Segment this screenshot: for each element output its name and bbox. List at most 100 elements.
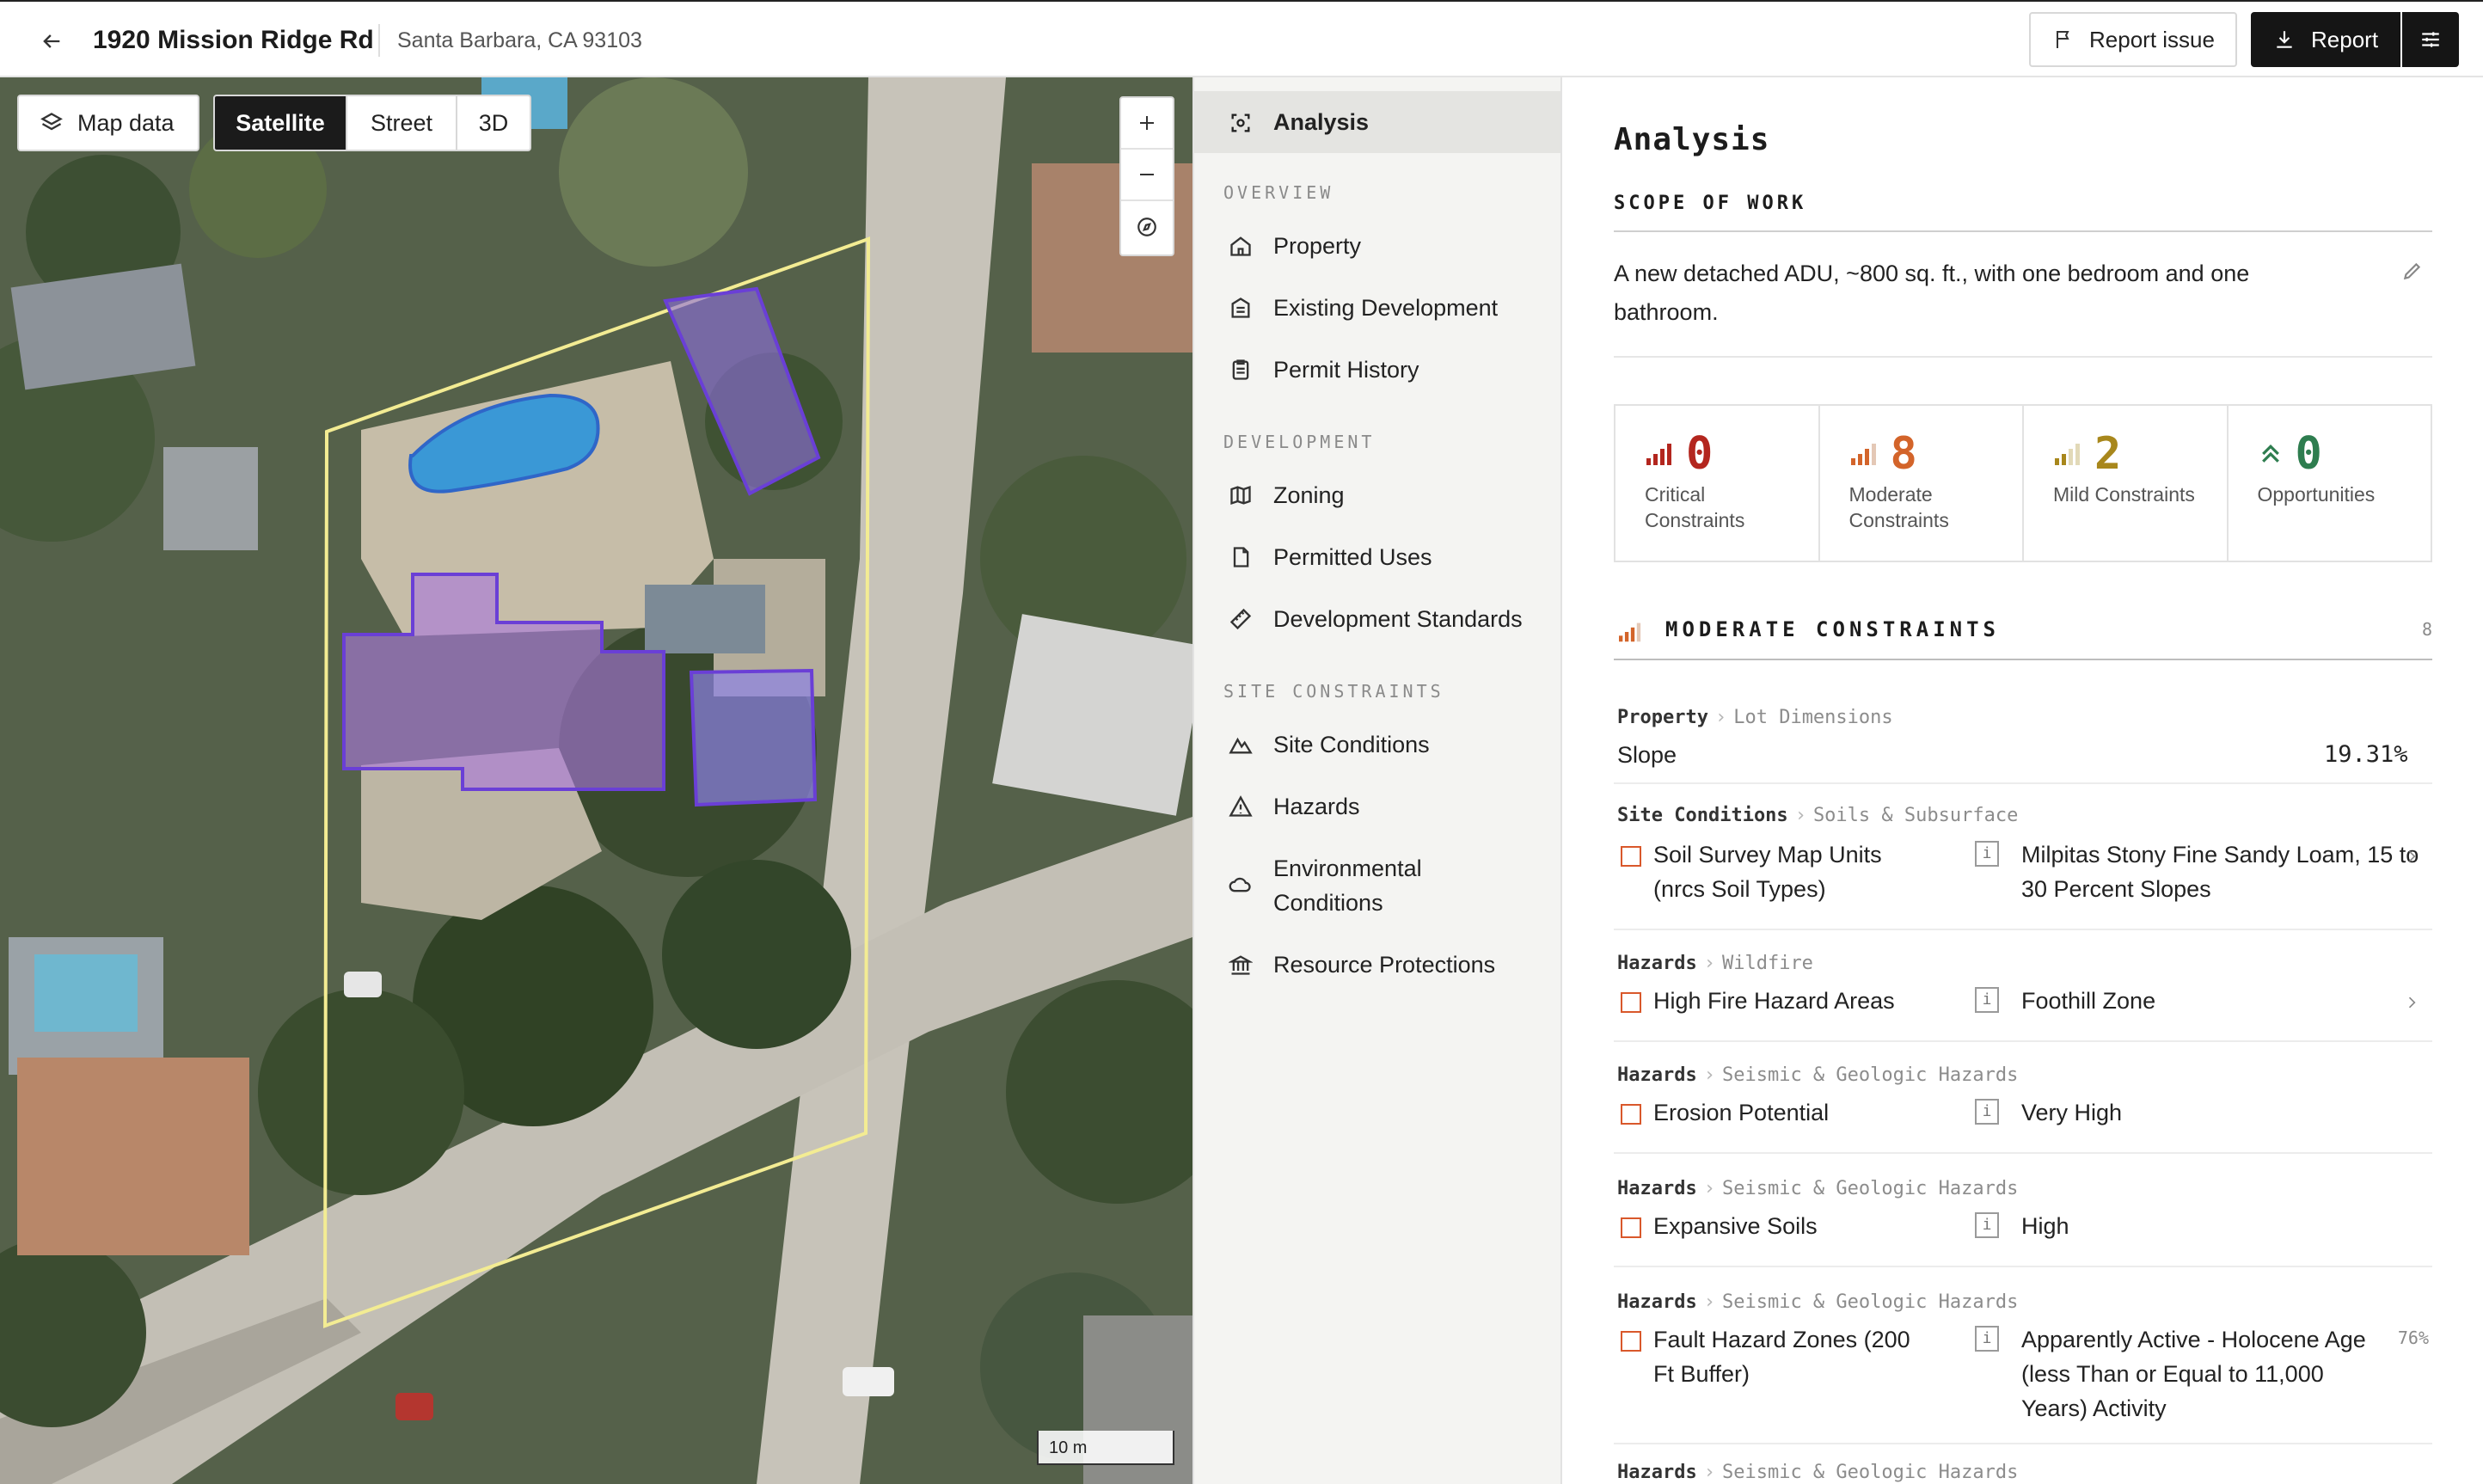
- info-icon[interactable]: i: [1975, 841, 1999, 867]
- constraint-row[interactable]: Site Conditions › Soils & Subsurface Soil …: [1614, 784, 2432, 930]
- nav-item-label: Zoning: [1273, 482, 1345, 508]
- breadcrumb-category: Site Conditions: [1617, 805, 1788, 826]
- breadcrumb: Hazards › Wildfire: [1617, 953, 1813, 974]
- constraint-row[interactable]: Hazards › Seismic & Geologic Hazards Fault…: [1614, 1267, 2432, 1444]
- map-view-toggle: Satellite Street 3D: [213, 95, 531, 151]
- landmark-icon: [1225, 949, 1256, 980]
- reset-north-button[interactable]: [1121, 201, 1173, 253]
- map-data-button[interactable]: Map data: [17, 95, 199, 151]
- cloud-icon: [1225, 868, 1256, 899]
- constraint-label: Expansive Soils: [1653, 1213, 1818, 1239]
- layers-icon: [40, 113, 63, 131]
- nav-item-permitted-uses[interactable]: Permitted Uses: [1194, 540, 1560, 574]
- arrow-left-icon: [43, 34, 60, 48]
- zoom-in-button[interactable]: [1121, 98, 1173, 150]
- report-button[interactable]: Report: [2251, 12, 2400, 67]
- info-icon[interactable]: i: [1975, 1099, 1999, 1125]
- pencil-icon: [2403, 262, 2421, 280]
- zoom-out-button[interactable]: [1121, 150, 1173, 201]
- map-icon: [1225, 480, 1256, 511]
- map-scale-bar: 10 m: [1037, 1431, 1174, 1465]
- constraint-row[interactable]: Hazards › Seismic & Geologic Hazards Expan…: [1614, 1154, 2432, 1267]
- constraint-checkbox[interactable]: [1621, 1217, 1641, 1238]
- nav-item-permit-history[interactable]: Permit History: [1194, 353, 1560, 387]
- constraint-checkbox[interactable]: [1621, 846, 1641, 867]
- nav-item-resource-protections[interactable]: Resource Protections: [1194, 947, 1560, 982]
- info-icon[interactable]: i: [1975, 1212, 1999, 1238]
- stat-mild[interactable]: 2 Mild Constraints: [2024, 406, 2229, 561]
- chevron-right-icon[interactable]: [2403, 992, 2420, 1013]
- constraint-value: 19.31%: [2324, 741, 2408, 768]
- chevron-right-icon: ›: [1703, 953, 1715, 974]
- nav-item-hazards[interactable]: Hazards: [1194, 789, 1560, 824]
- header-divider: [378, 24, 380, 57]
- chevron-right-icon[interactable]: [2403, 846, 2420, 867]
- nav-item-existing-development[interactable]: Existing Development: [1194, 291, 1560, 325]
- constraint-value: Milpitas Stony Fine Sandy Loam, 15 to 30…: [2021, 842, 2419, 902]
- chevron-right-icon: ›: [1703, 1462, 1715, 1483]
- chevron-right-icon: ›: [1703, 1064, 1715, 1086]
- view-3d-button[interactable]: 3D: [457, 96, 530, 150]
- map-view[interactable]: Map data Satellite Street 3D 10 m: [0, 77, 1192, 1484]
- breadcrumb-category: Hazards: [1617, 1462, 1697, 1483]
- signal-3-icon: [1619, 622, 1641, 642]
- constraint-label: Slope: [1617, 742, 1677, 768]
- section-count: 8: [2421, 619, 2432, 640]
- stat-moderate[interactable]: 8 Moderate Constraints: [1820, 406, 2024, 561]
- constraint-checkbox[interactable]: [1621, 992, 1641, 1013]
- breadcrumb-category: Hazards: [1617, 1064, 1697, 1086]
- section-nav: Analysis OVERVIEW Property Existing Deve…: [1192, 77, 1562, 1484]
- nav-item-development-standards[interactable]: Development Standards: [1194, 602, 1560, 636]
- nav-section-title: SITE CONSTRAINTS: [1223, 681, 1444, 702]
- divider: [1614, 356, 2432, 358]
- home-icon: [1225, 230, 1256, 261]
- constraint-row[interactable]: Hazards › Seismic & Geologic Hazards Erosi…: [1614, 1042, 2432, 1154]
- nav-item-label: Hazards: [1273, 794, 1360, 819]
- view-street-button[interactable]: Street: [347, 96, 457, 150]
- info-icon[interactable]: i: [1975, 987, 1999, 1013]
- nav-item-zoning[interactable]: Zoning: [1194, 478, 1560, 512]
- flag-icon: [2057, 31, 2069, 48]
- constraint-value: High: [2021, 1213, 2069, 1239]
- constraint-row[interactable]: Hazards › Seismic & Geologic Hazards: [1614, 1444, 2432, 1484]
- top-bar: 1920 Mission Ridge Rd Santa Barbara, CA …: [0, 0, 2483, 77]
- constraint-label: Erosion Potential: [1653, 1100, 1830, 1125]
- chevron-right-icon: ›: [1703, 1291, 1715, 1313]
- constraint-label: Soil Survey Map Units (nrcs Soil Types): [1653, 842, 1882, 902]
- stat-value: 0: [1686, 428, 1714, 480]
- constraint-label: Fault Hazard Zones (200 Ft Buffer): [1653, 1327, 1910, 1387]
- report-options-button[interactable]: [2402, 12, 2459, 67]
- constraint-row[interactable]: Hazards › Wildfire High Fire Hazard Areas …: [1614, 930, 2432, 1042]
- stat-label: Mild Constraints: [2053, 483, 2195, 506]
- nav-item-environmental-conditions[interactable]: Environmental Conditions: [1194, 851, 1560, 920]
- constraint-checkbox[interactable]: [1621, 1331, 1641, 1352]
- moderate-constraints-header[interactable]: MODERATE CONSTRAINTS 8: [1614, 607, 2432, 660]
- stat-opportunities[interactable]: 0 Opportunities: [2229, 406, 2431, 561]
- scan-icon: [1225, 107, 1256, 138]
- constraint-checkbox[interactable]: [1621, 1104, 1641, 1125]
- report-issue-button[interactable]: Report issue: [2029, 12, 2237, 67]
- constraint-value: Apparently Active - Holocene Age (less T…: [2021, 1327, 2366, 1421]
- nav-item-label: Property: [1273, 233, 1362, 259]
- edit-scope-button[interactable]: [2401, 260, 2424, 286]
- breadcrumb: Hazards › Seismic & Geologic Hazards: [1617, 1291, 2018, 1313]
- back-button[interactable]: [33, 22, 71, 60]
- mountain-icon: [1225, 729, 1256, 760]
- nav-item-label: Environmental Conditions: [1273, 855, 1422, 916]
- nav-item-label: Resource Protections: [1273, 952, 1496, 978]
- info-icon[interactable]: i: [1975, 1326, 1999, 1352]
- stat-critical[interactable]: 0 Critical Constraints: [1615, 406, 1820, 561]
- nav-item-label: Site Conditions: [1273, 732, 1430, 757]
- sliders-icon: [2422, 32, 2439, 47]
- constraint-row[interactable]: Property › Lot Dimensions Slope 19.31%: [1614, 690, 2432, 784]
- nav-item-property[interactable]: Property: [1194, 229, 1560, 263]
- view-satellite-button[interactable]: Satellite: [215, 96, 347, 150]
- breadcrumb: Site Conditions › Soils & Subsurface: [1617, 805, 2018, 826]
- nav-section-title: OVERVIEW: [1223, 182, 1334, 203]
- divider: [1614, 230, 2432, 232]
- nav-item-analysis[interactable]: Analysis: [1194, 91, 1560, 153]
- breadcrumb-subcategory: Seismic & Geologic Hazards: [1721, 1178, 2019, 1199]
- nav-item-site-conditions[interactable]: Site Conditions: [1194, 727, 1560, 762]
- property-address: 1920 Mission Ridge Rd: [93, 26, 374, 54]
- stat-label: Moderate Constraints: [1848, 483, 1949, 531]
